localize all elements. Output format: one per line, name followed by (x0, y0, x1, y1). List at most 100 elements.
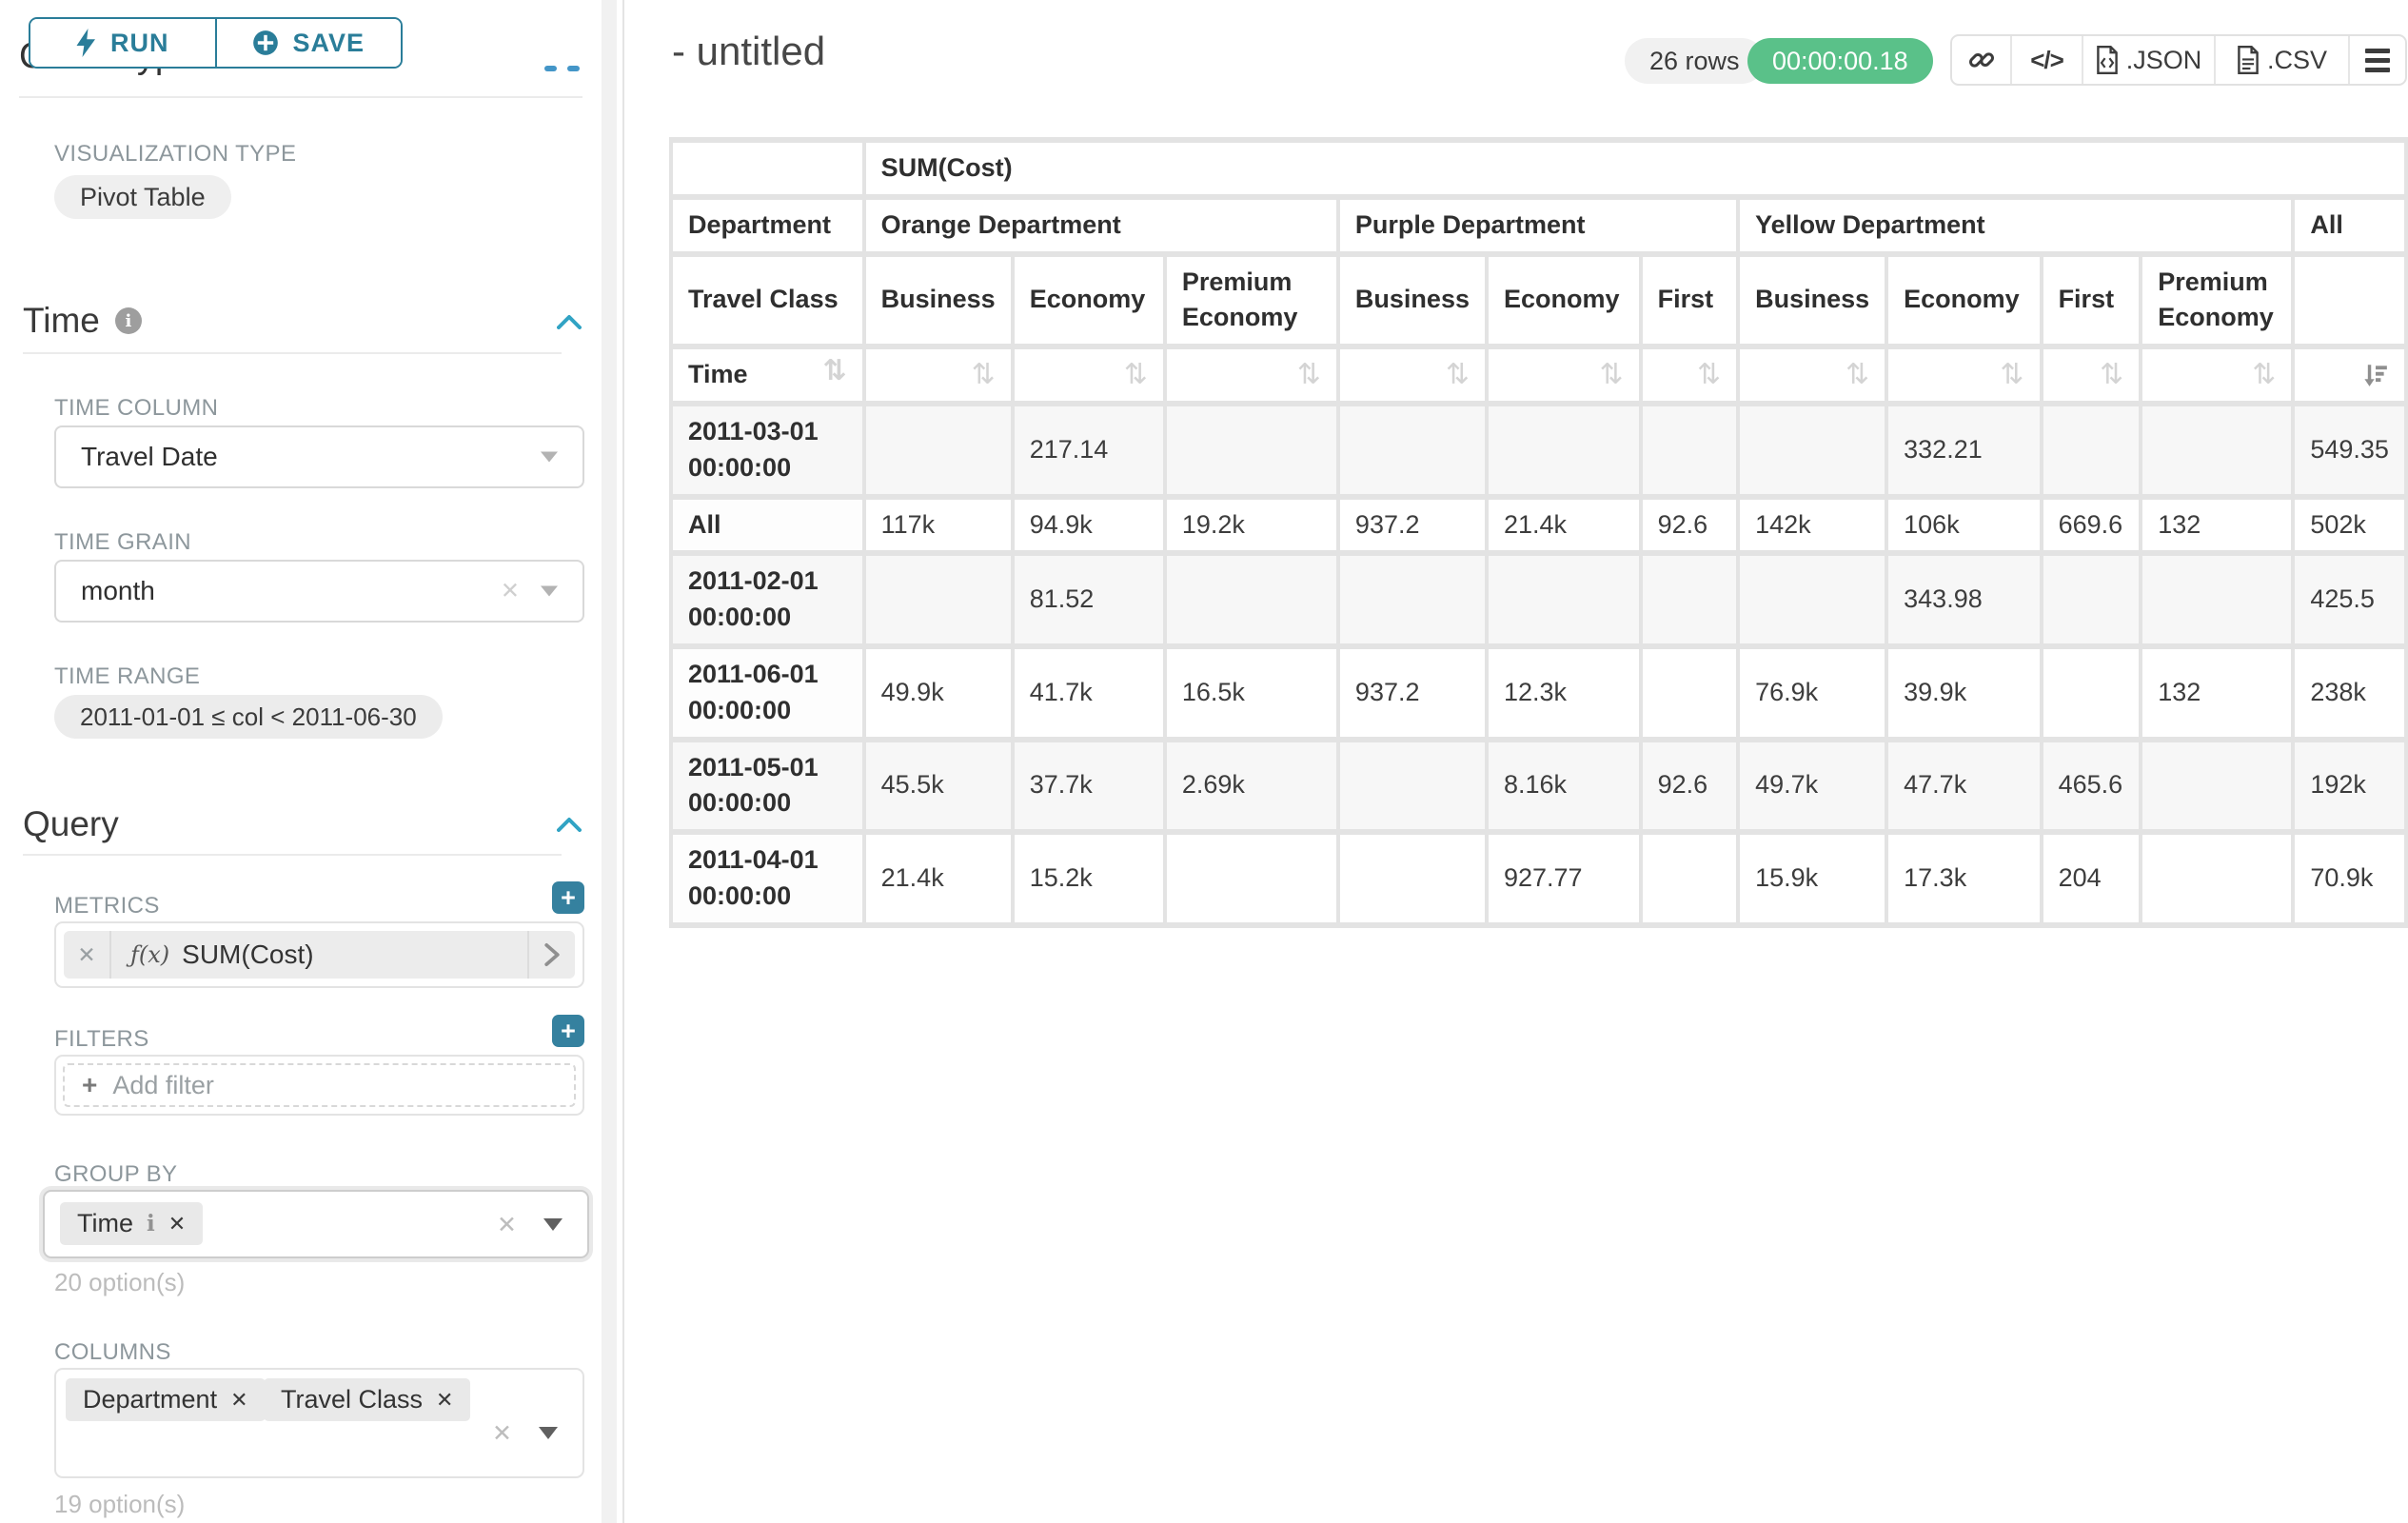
sort-icon[interactable]: ⇅ (1124, 361, 1148, 389)
sort-cell[interactable]: ⇅ (1740, 349, 1885, 401)
value-cell (2142, 406, 2291, 494)
sort-cell[interactable]: ⇅ (2142, 349, 2291, 401)
chevron-up-icon[interactable] (557, 314, 582, 329)
sort-icon[interactable]: ⇅ (2100, 361, 2123, 389)
sub-column-header: First (1643, 257, 1736, 345)
value-cell: 465.6 (2043, 742, 2140, 830)
columns-chip[interactable]: Department ✕ (66, 1378, 266, 1421)
value-cell: 142k (1740, 500, 1885, 551)
chip-remove-icon[interactable]: ✕ (168, 1212, 186, 1236)
panel-scrollbar[interactable] (602, 0, 617, 1523)
value-cell: 927.77 (1489, 835, 1639, 922)
metric-pill[interactable]: ✕ ƒ(x) SUM(Cost) (64, 931, 575, 979)
caret-right-icon[interactable] (527, 931, 575, 979)
value-cell: 8.16k (1489, 742, 1639, 830)
columns-select[interactable]: Department ✕ Travel Class ✕ ✕ (54, 1368, 584, 1478)
time-grain-label: TIME GRAIN (54, 529, 191, 556)
sort-icon[interactable]: ⇅ (823, 357, 847, 386)
group-by-select[interactable]: Time i ✕ ✕ (43, 1190, 589, 1258)
row-header: 2011-06-01 00:00:00 (673, 649, 862, 737)
metrics-box: ✕ ƒ(x) SUM(Cost) (54, 921, 584, 988)
chip-remove-icon[interactable]: ✕ (436, 1388, 453, 1413)
columns-options-count: 19 option(s) (54, 1490, 185, 1519)
run-button[interactable]: RUN (30, 19, 215, 67)
sub-column-header: Business (866, 257, 1011, 345)
value-cell (1340, 742, 1485, 830)
query-section-title: Query (23, 804, 119, 844)
plus-circle-icon (252, 30, 279, 56)
chip-label: Time (77, 1209, 133, 1238)
save-button[interactable]: SAVE (215, 19, 402, 67)
group-header: Orange Department (866, 200, 1336, 251)
columns-label: COLUMNS (54, 1339, 171, 1366)
sort-cell[interactable]: ⇅ (2043, 349, 2140, 401)
sort-icon[interactable]: ⇅ (972, 361, 996, 389)
group-by-chip[interactable]: Time i ✕ (60, 1202, 203, 1245)
value-cell: 502k (2295, 500, 2404, 551)
time-column-label: TIME COLUMN (54, 395, 218, 422)
value-cell: 37.7k (1015, 742, 1163, 830)
sort-cell[interactable]: ⇅ (1643, 349, 1736, 401)
sub-column-header: Business (1740, 257, 1885, 345)
value-cell: 92.6 (1643, 742, 1736, 830)
add-filter-plus-button[interactable]: + (552, 1015, 584, 1047)
value-cell: 425.5 (2295, 556, 2404, 643)
chevron-up-icon[interactable] (557, 817, 582, 832)
time-range-pill[interactable]: 2011-01-01 ≤ col < 2011-06-30 (54, 695, 443, 739)
sort-cell[interactable] (2295, 349, 2404, 401)
time-column-value: Travel Date (81, 442, 218, 472)
sort-icon[interactable]: ⇅ (1600, 361, 1624, 389)
fx-icon: ƒ(x) (130, 941, 169, 968)
remove-metric-icon[interactable]: ✕ (64, 931, 111, 979)
info-icon[interactable]: i (115, 307, 142, 334)
metrics-label: METRICS (54, 893, 160, 920)
share-link-button[interactable] (1952, 36, 2010, 84)
sort-cell[interactable]: ⇅ (1489, 349, 1639, 401)
value-cell (2142, 742, 2291, 830)
value-cell: 192k (2295, 742, 2404, 830)
columns-chip[interactable]: Travel Class ✕ (264, 1378, 470, 1421)
panel-divider (622, 0, 624, 1523)
value-cell: 19.2k (1167, 500, 1336, 551)
viz-type-pill[interactable]: Pivot Table (54, 175, 231, 219)
export-csv-button[interactable]: .CSV (2214, 36, 2348, 84)
sort-icon[interactable]: ⇅ (1297, 361, 1321, 389)
export-json-button[interactable]: .JSON (2082, 36, 2214, 84)
more-options-button[interactable] (2348, 36, 2405, 84)
value-cell: 49.9k (866, 649, 1011, 737)
chip-remove-icon[interactable]: ✕ (230, 1388, 247, 1413)
sort-cell[interactable]: ⇅ (1167, 349, 1336, 401)
value-cell: 94.9k (1015, 500, 1163, 551)
value-cell (1167, 556, 1336, 643)
add-filter-label: Add filter (112, 1071, 214, 1100)
chart-title[interactable]: - untitled (672, 29, 825, 74)
clear-icon[interactable]: ✕ (492, 1419, 512, 1448)
sort-desc-icon[interactable] (2362, 362, 2389, 388)
add-filter-button[interactable]: + Add filter (63, 1063, 576, 1107)
sort-icon[interactable]: ⇅ (2252, 361, 2276, 389)
sort-icon[interactable]: ⇅ (1446, 361, 1470, 389)
clear-icon[interactable]: ✕ (497, 1211, 517, 1239)
value-cell (1643, 406, 1736, 494)
row-header: 2011-03-01 00:00:00 (673, 406, 862, 494)
info-dot-icon[interactable]: i (147, 1211, 155, 1236)
row-axis-label: Time ⇅ (673, 349, 862, 401)
sort-cell[interactable]: ⇅ (866, 349, 1011, 401)
value-cell: 132 (2142, 500, 2291, 551)
control-panel: Chart Type RUN SAVE VISUALIZATION TYPE P… (0, 0, 619, 1523)
clipped-icon-fragment (544, 66, 557, 71)
sort-cell[interactable]: ⇅ (1015, 349, 1163, 401)
row-header: 2011-04-01 00:00:00 (673, 835, 862, 922)
value-cell: 41.7k (1015, 649, 1163, 737)
time-grain-select[interactable]: month ✕ (54, 560, 584, 623)
view-query-button[interactable]: </> (2010, 36, 2082, 84)
sort-cell[interactable]: ⇅ (1888, 349, 2039, 401)
sort-icon[interactable]: ⇅ (1845, 361, 1869, 389)
sort-icon[interactable]: ⇅ (2000, 361, 2023, 389)
add-metric-button[interactable]: + (552, 881, 584, 914)
time-column-select[interactable]: Travel Date (54, 425, 584, 488)
sort-cell[interactable]: ⇅ (1340, 349, 1485, 401)
group-header: Yellow Department (1740, 200, 2291, 251)
sort-icon[interactable]: ⇅ (1697, 361, 1721, 389)
clear-icon[interactable]: ✕ (501, 578, 520, 605)
